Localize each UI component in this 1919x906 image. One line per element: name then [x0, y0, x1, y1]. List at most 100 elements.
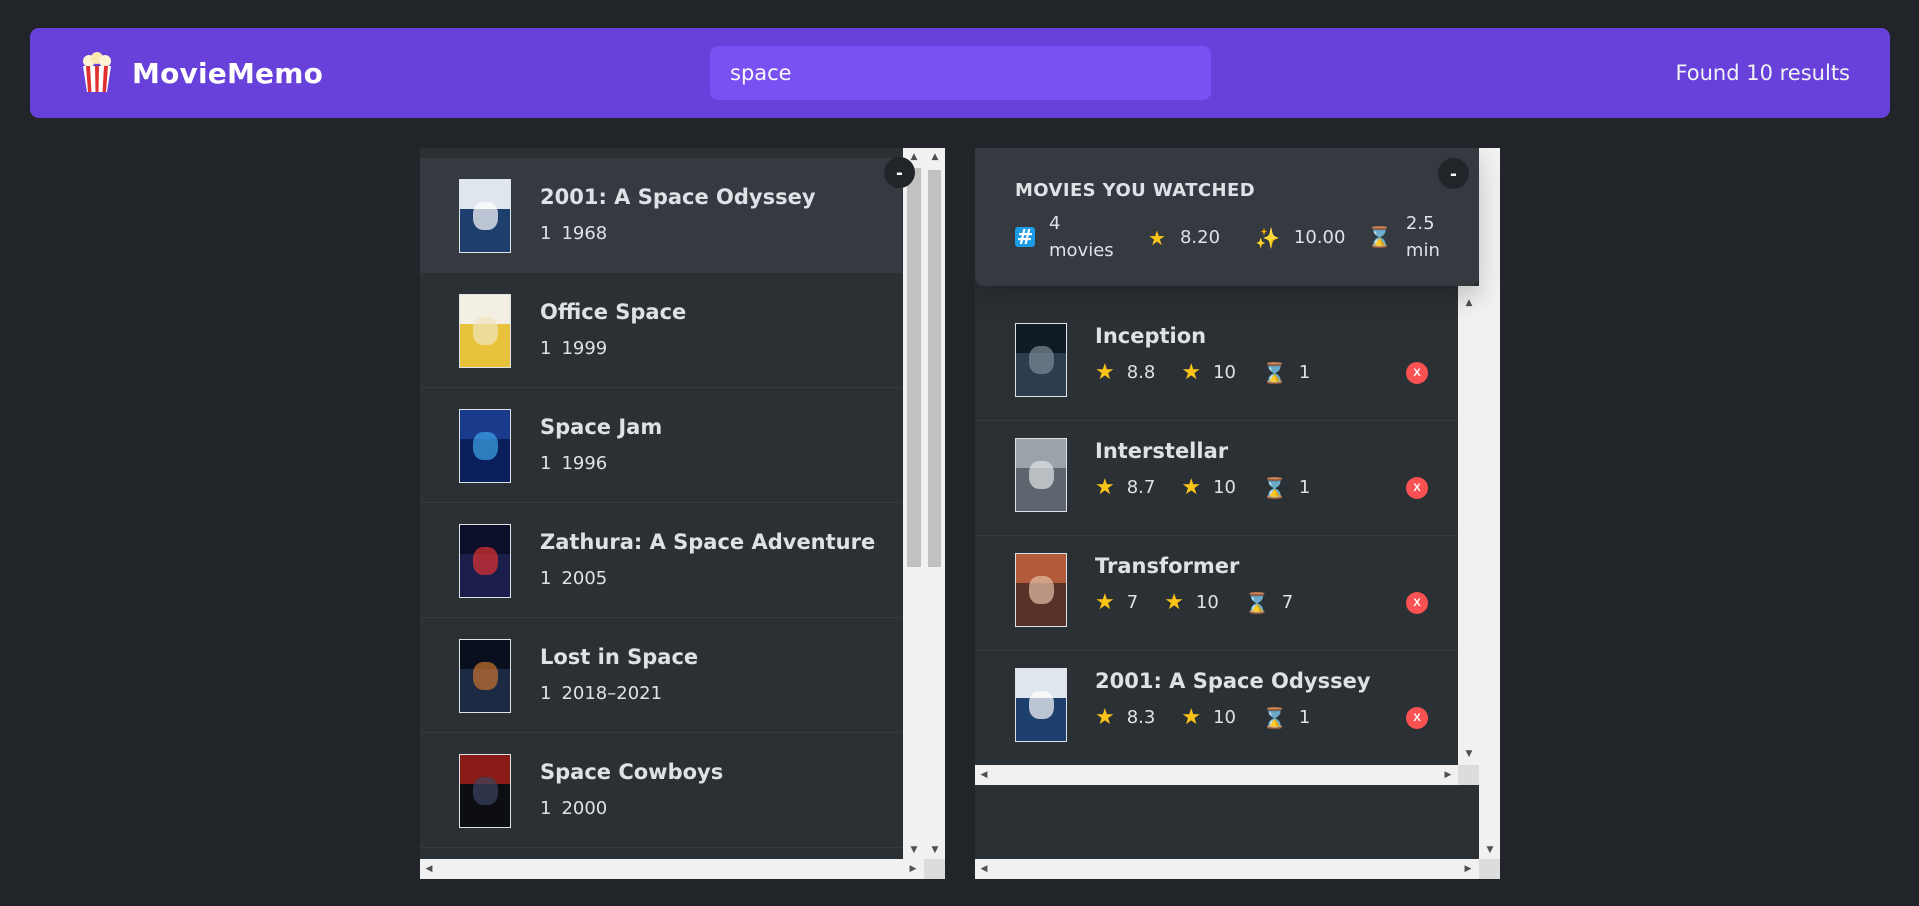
hourglass-icon: ⌛ [1262, 705, 1287, 730]
star-icon: ★ [1095, 705, 1115, 730]
delete-watched-button[interactable]: X [1406, 707, 1428, 729]
outer-scroll-up-arrow[interactable]: ▲ [928, 150, 942, 164]
calendar-icon: 1 [540, 798, 552, 819]
watched-scroll-right-arrow[interactable]: ▶ [1441, 768, 1455, 782]
outer-watched-scroll-down-arrow[interactable]: ▼ [1483, 843, 1497, 857]
watched-movie-title: Transformer [1095, 554, 1240, 578]
imdb-rating-value: 7 [1126, 592, 1139, 613]
outer-vertical-scrollbar[interactable]: ▲ ▼ [924, 148, 945, 859]
watched-summary: MOVIES YOU WATCHED # 4 movies ★ 8.20 ✨ 10… [975, 148, 1479, 286]
watched-horizontal-scrollbar[interactable]: ◀ ▶ [975, 765, 1458, 785]
user-rating-stat: ★ 10 [1181, 360, 1236, 385]
avg-runtime: ⌛ 2.5 min [1367, 210, 1440, 264]
collapse-watched-button[interactable]: - [1438, 158, 1469, 189]
poster-art [472, 201, 498, 231]
delete-watched-button[interactable]: X [1406, 592, 1428, 614]
search-input[interactable] [710, 46, 1211, 100]
movie-title: Space Cowboys [540, 760, 724, 784]
watched-movie-list: Inception ★ 8.8 ★ 10 ⌛ 1 X Interstellar ★ 8.7 ★ 10 ⌛ 1… [975, 306, 1457, 766]
user-rating-stat: ★ 10 [1181, 705, 1236, 730]
movie-year: 2000 [561, 798, 608, 819]
calendar-icon: 1 [540, 568, 552, 589]
poster-art [472, 316, 498, 346]
watched-movie-stats: ★ 8.7 ★ 10 ⌛ 1 [1095, 475, 1336, 500]
movie-meta: 1 1968 [540, 223, 607, 244]
movie-title: 2001: A Space Odyssey [540, 185, 816, 209]
movie-poster [459, 409, 511, 483]
user-rating-stat: ★ 10 [1164, 590, 1219, 615]
outer-scrollbar-thumb[interactable] [928, 170, 941, 567]
movie-list-item[interactable]: Office Space 1 1999 [420, 273, 902, 388]
hourglass-icon: ⌛ [1262, 360, 1287, 385]
movie-meta: 1 2018–2021 [540, 683, 662, 704]
watched-box: - MOVIES YOU WATCHED # 4 movies ★ 8.20 ✨ … [975, 148, 1500, 879]
movie-list-item[interactable]: Space Jam 1 1996 [420, 388, 902, 503]
outer-watched-vertical-scrollbar[interactable]: ▼ [1479, 148, 1500, 859]
movie-list-item[interactable]: Zathura: A Space Adventure 1 2005 [420, 503, 902, 618]
watched-movie-stats: ★ 8.3 ★ 10 ⌛ 1 [1095, 705, 1336, 730]
outer-scroll-down-arrow[interactable]: ▼ [928, 843, 942, 857]
count-value: 4 [1049, 213, 1061, 234]
search-results-box: - 2001: A Space Odyssey 1 1968 Office Space… [420, 148, 945, 879]
scroll-right-arrow[interactable]: ▶ [906, 862, 920, 876]
popcorn-icon [83, 52, 111, 92]
watched-movie-item: 2001: A Space Odyssey ★ 8.3 ★ 10 ⌛ 1 X [975, 651, 1457, 766]
watched-scroll-up-arrow[interactable]: ▲ [1462, 296, 1476, 310]
logo: MovieMemo [80, 28, 323, 118]
movie-poster [1015, 553, 1067, 627]
watched-movie-stats: ★ 8.8 ★ 10 ⌛ 1 [1095, 360, 1336, 385]
movie-poster [459, 524, 511, 598]
poster-art [1028, 690, 1054, 720]
results-count: Found 10 results [1675, 61, 1850, 85]
imdb-rating-value: 8.8 [1126, 362, 1156, 383]
poster-art [472, 776, 498, 806]
watched-movie-item: Interstellar ★ 8.7 ★ 10 ⌛ 1 X [975, 421, 1457, 536]
vertical-scrollbar[interactable]: ▲ ▼ [903, 148, 924, 859]
runtime-stat: ⌛ 1 [1262, 361, 1310, 385]
runtime-unit: min [1405, 240, 1440, 261]
movie-year: 1999 [561, 338, 608, 359]
horizontal-scrollbar[interactable]: ◀ ▶ [420, 859, 924, 879]
scroll-down-arrow[interactable]: ▼ [907, 843, 921, 857]
avg-imdb-rating: ★ 8.20 [1148, 224, 1220, 251]
star-icon: ★ [1181, 705, 1202, 730]
user-rating-value: 10 [1213, 362, 1237, 383]
outer-watched-scroll-right-arrow[interactable]: ▶ [1461, 862, 1475, 876]
delete-watched-button[interactable]: X [1406, 362, 1428, 384]
movie-poster [459, 754, 511, 828]
delete-watched-button[interactable]: X [1406, 477, 1428, 499]
movie-meta: 1 2000 [540, 798, 607, 819]
nav-bar: MovieMemo Found 10 results [30, 28, 1890, 118]
movie-year: 2005 [561, 568, 608, 589]
movie-list-item[interactable]: 2001: A Space Odyssey 1 1968 [420, 158, 902, 273]
calendar-icon: 1 [540, 338, 552, 359]
collapse-results-button[interactable]: - [884, 157, 915, 188]
poster-art [1028, 460, 1054, 490]
watched-count: # 4 movies [1015, 210, 1114, 264]
watched-list-footer [975, 785, 1479, 859]
outer-watched-horizontal-scrollbar[interactable]: ◀ ▶ [975, 859, 1479, 879]
outer-watched-scroll-left-arrow[interactable]: ◀ [977, 862, 991, 876]
imdb-rating-stat: ★ 8.3 [1095, 705, 1155, 730]
star-icon: ★ [1095, 590, 1115, 615]
outer-watched-scrollbar-corner [1479, 859, 1500, 879]
scrollbar-thumb[interactable] [907, 168, 921, 567]
user-rating-stat: ★ 10 [1181, 475, 1236, 500]
star-icon: ★ [1181, 360, 1202, 385]
watched-movie-item: Inception ★ 8.8 ★ 10 ⌛ 1 X [975, 306, 1457, 421]
movie-meta: 1 2005 [540, 568, 607, 589]
scroll-left-arrow[interactable]: ◀ [422, 862, 436, 876]
imdb-rating-stat: ★ 8.7 [1095, 475, 1155, 500]
poster-art [472, 431, 498, 461]
star-icon: ★ [1095, 475, 1115, 500]
poster-art [472, 546, 498, 576]
watched-scroll-left-arrow[interactable]: ◀ [977, 768, 991, 782]
movie-list-item[interactable]: Space Cowboys 1 2000 [420, 733, 902, 848]
star-icon: ★ [1181, 475, 1202, 500]
runtime-stat: ⌛ 1 [1262, 706, 1310, 730]
watched-scroll-down-arrow[interactable]: ▼ [1462, 747, 1476, 761]
movie-list-item[interactable]: Lost in Space 1 2018–2021 [420, 618, 902, 733]
runtime-value: 2.5 [1405, 213, 1435, 234]
imdb-avg-value: 8.20 [1179, 227, 1221, 248]
star-icon: ★ [1148, 225, 1166, 250]
